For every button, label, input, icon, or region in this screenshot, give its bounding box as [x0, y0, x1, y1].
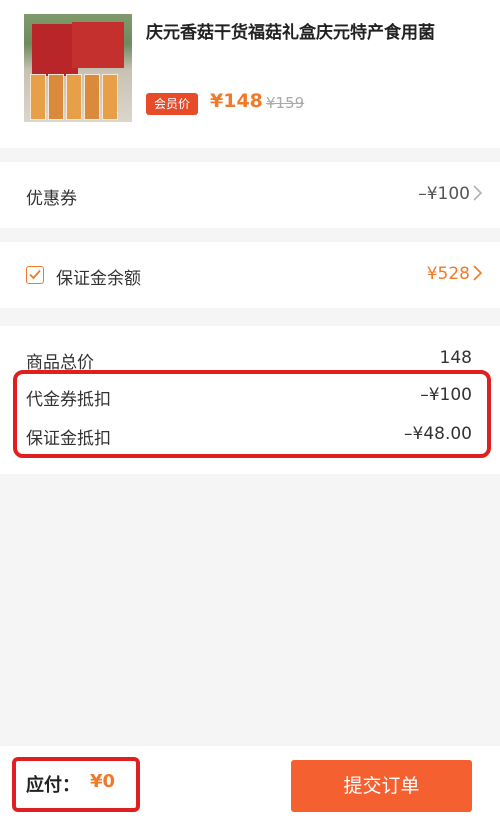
coupon-label: 优惠券 [26, 189, 77, 209]
deposit-balance-row[interactable]: 保证金余额 ¥528 [0, 242, 500, 308]
check-icon [29, 269, 41, 280]
jar-graphic [66, 74, 82, 120]
original-price: ¥159 [266, 94, 305, 112]
deposit-value: ¥528 [426, 264, 470, 284]
chevron-right-icon [473, 265, 483, 285]
coupon-value: –¥100 [418, 184, 470, 204]
deposit-checkbox[interactable] [26, 266, 44, 284]
jar-graphic [48, 74, 64, 120]
total-value: 148 [439, 348, 472, 368]
member-price-badge: 会员价 [146, 93, 198, 115]
amount-due-value: ¥0 [90, 771, 116, 792]
gift-box-graphic [72, 22, 124, 68]
chevron-right-icon [473, 185, 483, 205]
jar-graphic [102, 74, 118, 120]
amount-due-label: 应付： [26, 775, 80, 796]
jar-graphic [30, 74, 46, 120]
jar-graphic [84, 74, 100, 120]
product-image[interactable] [24, 14, 132, 122]
product-card[interactable]: 庆元香菇干货福菇礼盒庆元特产食用菌 会员价 ¥148 ¥159 [0, 0, 500, 148]
deposit-label: 保证金余额 [56, 269, 141, 289]
deduction-highlight [13, 370, 491, 458]
submit-order-button[interactable]: 提交订单 [291, 760, 472, 812]
checkout-bar: 应付： ¥0 提交订单 [0, 746, 500, 819]
coupon-row[interactable]: 优惠券 –¥100 [0, 162, 500, 228]
member-price: ¥148 [210, 90, 263, 112]
product-title[interactable]: 庆元香菇干货福菇礼盒庆元特产食用菌 [146, 18, 486, 43]
